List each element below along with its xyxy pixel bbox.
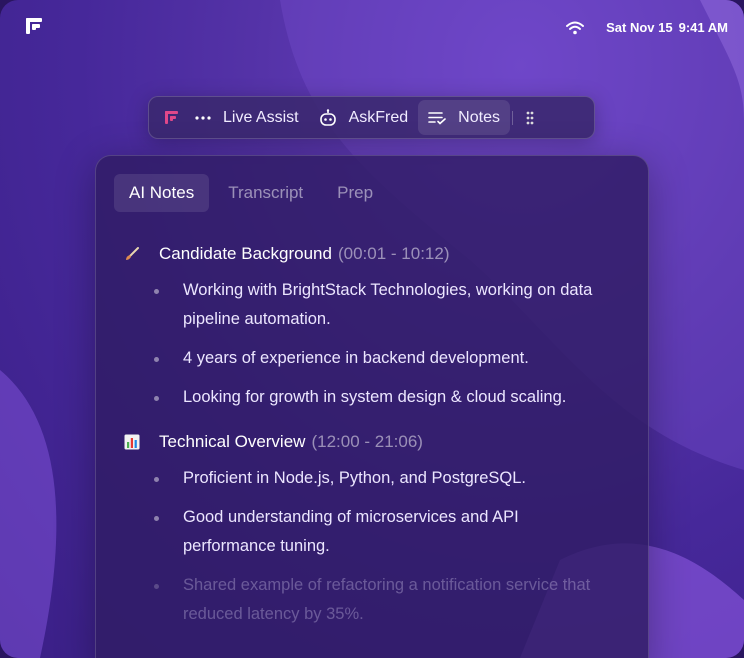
bar-chart-icon xyxy=(124,434,140,450)
bullet-list: Proficient in Node.js, Python, and Postg… xyxy=(124,464,630,629)
wifi-icon[interactable] xyxy=(566,21,585,35)
notes-button[interactable]: Notes xyxy=(418,100,510,135)
toolbar-logo[interactable] xyxy=(159,105,185,131)
notes-panel: AI Notes Transcript Prep Candidate Backg… xyxy=(95,155,649,658)
system-menu-bar: Sat Nov 15 9:41 AM xyxy=(0,0,744,56)
section-title: Technical Overview xyxy=(159,432,306,451)
askfred-label: AskFred xyxy=(348,108,409,126)
more-dots-icon xyxy=(195,115,211,120)
section-header: Technical Overview (12:00 - 21:06) xyxy=(124,430,630,454)
section-timestamp[interactable]: (12:00 - 21:06) xyxy=(311,432,423,452)
section-timestamp[interactable]: (00:01 - 10:12) xyxy=(338,244,450,264)
tab-transcript[interactable]: Transcript xyxy=(213,174,318,212)
list-item: Proficient in Node.js, Python, and Postg… xyxy=(154,464,594,493)
drag-handle-icon xyxy=(526,111,534,124)
date-label: Sat Nov 15 xyxy=(606,20,673,35)
section-header: Candidate Background (00:01 - 10:12) xyxy=(124,242,630,266)
askfred-button[interactable]: AskFred xyxy=(309,100,419,135)
notes-list-icon xyxy=(428,111,446,125)
paintbrush-icon xyxy=(124,246,140,262)
status-area: Sat Nov 15 9:41 AM xyxy=(566,20,728,35)
fred-logo-icon[interactable] xyxy=(26,18,44,36)
note-section: Technical Overview (12:00 - 21:06) Profi… xyxy=(114,430,630,629)
section-title: Candidate Background xyxy=(159,244,332,263)
time-label: 9:41 AM xyxy=(678,20,728,35)
list-item: Shared example of refactoring a notifica… xyxy=(154,571,594,629)
list-item: Good understanding of microservices and … xyxy=(154,503,594,561)
toolbar-divider xyxy=(511,110,513,125)
list-item: 4 years of experience in backend develop… xyxy=(154,344,594,373)
fred-logo-icon xyxy=(165,110,178,124)
list-item: Working with BrightStack Technologies, w… xyxy=(154,276,594,334)
assistant-toolbar: Live Assist AskFred Notes xyxy=(148,96,595,139)
tab-prep[interactable]: Prep xyxy=(322,174,388,212)
note-section: Candidate Background (00:01 - 10:12) Wor… xyxy=(114,242,630,412)
robot-icon xyxy=(319,108,336,126)
list-item: Looking for growth in system design & cl… xyxy=(154,383,594,412)
desktop-screen: Sat Nov 15 9:41 AM Live Assist AskFred N… xyxy=(0,0,744,658)
notes-label: Notes xyxy=(458,108,500,126)
clock[interactable]: Sat Nov 15 9:41 AM xyxy=(606,20,728,35)
notes-tabs: AI Notes Transcript Prep xyxy=(114,174,630,212)
tab-ai-notes[interactable]: AI Notes xyxy=(114,174,210,212)
live-assist-label: Live Assist xyxy=(223,108,299,126)
drag-handle[interactable] xyxy=(515,111,545,125)
live-assist-button[interactable]: Live Assist xyxy=(185,100,309,135)
bullet-list: Working with BrightStack Technologies, w… xyxy=(124,276,630,412)
